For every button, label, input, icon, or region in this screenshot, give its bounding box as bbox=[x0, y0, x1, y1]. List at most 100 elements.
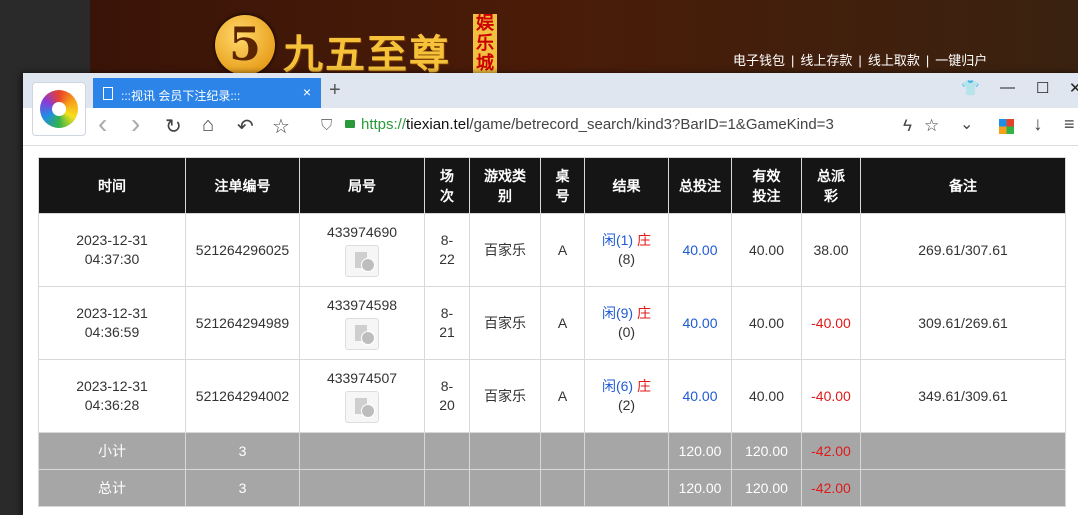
subtotal-payout: -42.00 bbox=[801, 432, 861, 470]
undo-icon[interactable]: ↶ bbox=[237, 114, 254, 139]
empty-cell bbox=[299, 469, 425, 507]
tab-active[interactable]: :::视讯 会员下注纪录::: × bbox=[93, 78, 321, 108]
browser-window: :::视讯 会员下注纪录::: × + 👕 — ☐ ✕ ‹ › ↻ ⌂ ↶ ☆ … bbox=[23, 73, 1078, 515]
download-icon[interactable]: ↓ bbox=[1033, 114, 1043, 136]
nav-deposit[interactable]: 线上存款 bbox=[800, 53, 852, 68]
empty-cell bbox=[469, 469, 541, 507]
nav-withdraw[interactable]: 线上取款 bbox=[868, 53, 920, 68]
home-icon[interactable]: ⌂ bbox=[202, 114, 214, 137]
lightning-icon[interactable]: ϟ bbox=[903, 116, 912, 136]
video-replay-icon[interactable] bbox=[345, 245, 379, 277]
col-total-bet: 总投注 bbox=[668, 157, 732, 214]
cell-time: 2023-12-31 04:37:30 bbox=[38, 213, 186, 287]
table-row: 2023-12-31 04:36:59 521264294989 433974598 8… bbox=[38, 286, 1066, 360]
time-date: 2023-12-31 bbox=[76, 378, 148, 394]
empty-cell bbox=[540, 469, 585, 507]
document-icon bbox=[103, 87, 113, 100]
browser-logo[interactable] bbox=[32, 82, 86, 136]
cell-table-no: A bbox=[540, 359, 585, 433]
result-player: 闲(6) bbox=[601, 378, 634, 394]
lock-icon bbox=[345, 120, 355, 128]
cell-total-bet: 40.00 bbox=[668, 359, 732, 433]
result-line: 闲(6) 庄 bbox=[585, 377, 668, 396]
result-player: 闲(1) bbox=[601, 232, 634, 248]
total-count: 3 bbox=[185, 469, 300, 507]
time-clock: 04:36:28 bbox=[84, 397, 140, 413]
col-table-no: 桌号 bbox=[540, 157, 585, 214]
cell-time: 2023-12-31 04:36:59 bbox=[38, 286, 186, 360]
total-total-bet: 120.00 bbox=[668, 469, 732, 507]
cell-remark: 269.61/307.61 bbox=[860, 213, 1066, 287]
forward-icon[interactable]: › bbox=[131, 108, 140, 140]
col-payout: 总派彩 bbox=[801, 157, 861, 214]
table-row: 2023-12-31 04:37:30 521264296025 433974690 8… bbox=[38, 213, 1066, 287]
reload-icon[interactable]: ↻ bbox=[165, 114, 182, 139]
close-window-button[interactable]: ✕ bbox=[1069, 79, 1078, 97]
empty-cell bbox=[540, 432, 585, 470]
back-icon[interactable]: ‹ bbox=[98, 108, 107, 140]
table-row: 2023-12-31 04:36:28 521264294002 433974507 8… bbox=[38, 359, 1066, 433]
bookmark-star-icon[interactable]: ☆ bbox=[272, 114, 290, 139]
col-result: 结果 bbox=[584, 157, 669, 214]
result-extra: (2) bbox=[617, 397, 636, 413]
logo-side-text: 娱乐城 bbox=[473, 14, 497, 74]
maximize-button[interactable]: ☐ bbox=[1036, 79, 1049, 97]
col-session: 场次 bbox=[424, 157, 470, 214]
cell-round: 433974690 bbox=[299, 213, 425, 287]
result-banker: 庄 bbox=[637, 378, 651, 394]
time-clock: 04:37:30 bbox=[84, 251, 140, 267]
result-player: 闲(9) bbox=[601, 305, 634, 321]
chevron-down-icon[interactable]: ⌄ bbox=[960, 114, 973, 134]
bet-record-table: 时间 注单编号 局号 场次 游戏类别 桌号 结果 总投注 有效投注 总派彩 备注… bbox=[38, 157, 1066, 507]
session-value: 8-22 bbox=[439, 232, 455, 267]
result-banker: 庄 bbox=[637, 305, 651, 321]
round-id: 433974690 bbox=[326, 224, 398, 240]
tab-title: :::视讯 会员下注纪录::: bbox=[121, 89, 241, 103]
cell-result: 闲(1) 庄 (8) bbox=[584, 213, 669, 287]
cell-result: 闲(9) 庄 (0) bbox=[584, 286, 669, 360]
new-tab-button[interactable]: + bbox=[329, 79, 341, 102]
empty-cell bbox=[860, 432, 1066, 470]
minimize-button[interactable]: — bbox=[1000, 79, 1015, 96]
result-extra: (0) bbox=[617, 324, 636, 340]
cell-bet-id: 521264296025 bbox=[185, 213, 300, 287]
result-banker: 庄 bbox=[637, 232, 651, 248]
skin-icon[interactable]: 👕 bbox=[961, 79, 980, 97]
browser-logo-icon bbox=[40, 90, 78, 128]
close-tab-icon[interactable]: × bbox=[303, 84, 311, 100]
time-date: 2023-12-31 bbox=[76, 232, 148, 248]
nav-wallet[interactable]: 电子钱包 bbox=[733, 53, 785, 68]
cell-bet-id: 521264294002 bbox=[185, 359, 300, 433]
shield-icon[interactable]: ⛉ bbox=[321, 117, 332, 134]
subtotal-row: 小计 3 120.00 120.00 -42.00 bbox=[38, 432, 1066, 470]
table-header-row: 时间 注单编号 局号 场次 游戏类别 桌号 结果 总投注 有效投注 总派彩 备注 bbox=[38, 157, 1066, 214]
logo-number: 5 bbox=[228, 17, 261, 71]
subtotal-label: 小计 bbox=[38, 432, 186, 470]
cell-total-bet: 40.00 bbox=[668, 286, 732, 360]
cell-valid-bet: 40.00 bbox=[731, 359, 802, 433]
cell-round: 433974598 bbox=[299, 286, 425, 360]
total-row: 总计 3 120.00 120.00 -42.00 bbox=[38, 469, 1066, 507]
cell-payout: -40.00 bbox=[801, 359, 861, 433]
nav-consolidate[interactable]: 一键归户 bbox=[935, 53, 987, 68]
apps-grid-icon[interactable] bbox=[999, 119, 1014, 134]
url-path: /game/betrecord_search/kind3?BarID=1&Gam… bbox=[469, 116, 834, 133]
video-replay-icon[interactable] bbox=[345, 391, 379, 423]
cell-session: 8-21 bbox=[424, 286, 470, 360]
round-id: 433974598 bbox=[326, 297, 398, 313]
menu-icon[interactable]: ≡ bbox=[1064, 114, 1075, 135]
favorite-star-icon[interactable]: ☆ bbox=[924, 116, 939, 136]
cell-remark: 309.61/269.61 bbox=[860, 286, 1066, 360]
video-replay-icon[interactable] bbox=[345, 318, 379, 350]
session-value: 8-21 bbox=[439, 305, 455, 340]
time-date: 2023-12-31 bbox=[76, 305, 148, 321]
empty-cell bbox=[860, 469, 1066, 507]
empty-cell bbox=[424, 469, 470, 507]
cell-game: 百家乐 bbox=[469, 359, 541, 433]
url-scheme: https:// bbox=[361, 116, 407, 133]
empty-cell bbox=[424, 432, 470, 470]
col-round: 局号 bbox=[299, 157, 425, 214]
result-line: 闲(9) 庄 bbox=[585, 304, 668, 323]
address-bar[interactable]: https://tiexian.tel/game/betrecord_searc… bbox=[345, 116, 834, 133]
tab-bar: :::视讯 会员下注纪录::: × + 👕 — ☐ ✕ bbox=[23, 73, 1078, 108]
